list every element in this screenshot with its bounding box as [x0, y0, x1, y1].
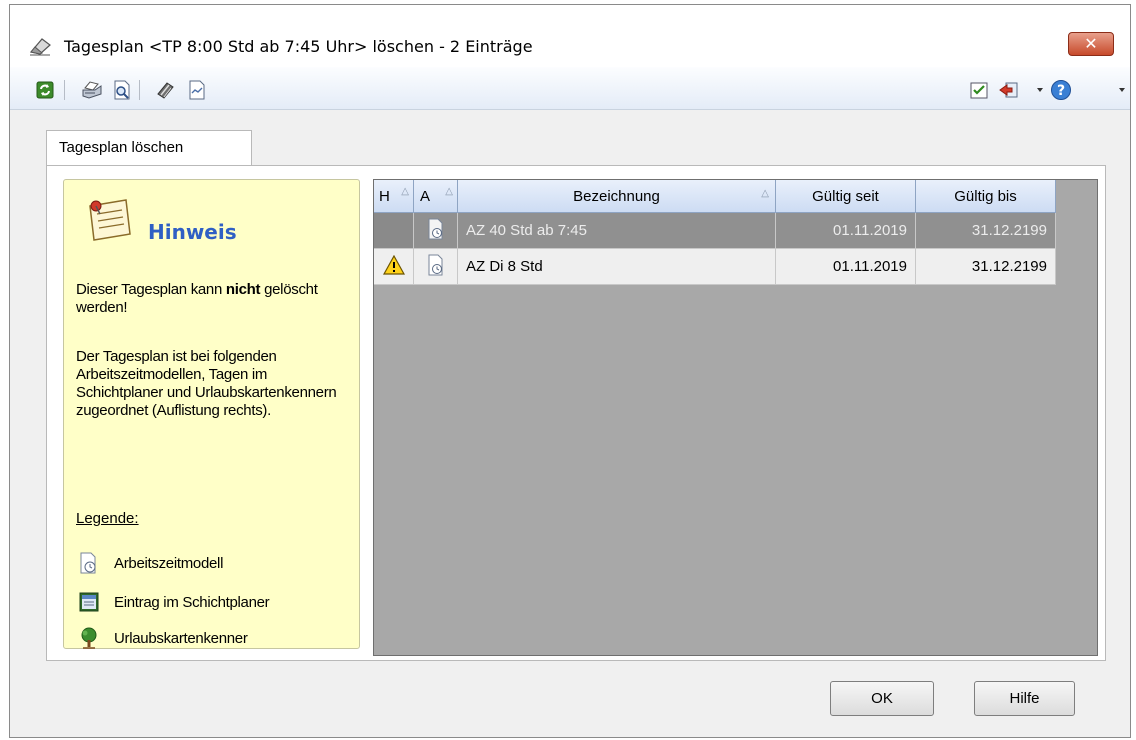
table-row[interactable]: AZ 40 Std ab 7:45 01.11.2019 31.12.2199: [374, 213, 1056, 249]
tab-label: Tagesplan löschen: [59, 139, 184, 156]
work-time-model-icon: [427, 218, 445, 244]
column-header-gueltig-bis[interactable]: Gültig bis: [916, 180, 1056, 213]
print-preview-icon[interactable]: [111, 79, 133, 101]
vacation-tree-icon: [78, 627, 100, 649]
grid-header: H △ A △ Bezeichnung △ Gültig seit Gültig bi…: [374, 180, 1056, 213]
type-cell: [414, 249, 458, 285]
help-icon[interactable]: ?: [1050, 79, 1072, 101]
title-bar: Tagesplan <TP 8:00 Std ab 7:45 Uhr> lösc…: [10, 5, 1130, 67]
exit-icon[interactable]: [998, 79, 1020, 101]
column-header-a[interactable]: A △: [414, 180, 458, 213]
entries-grid[interactable]: H △ A △ Bezeichnung △ Gültig seit Gültig bi…: [373, 179, 1098, 656]
valid-from-cell: 01.11.2019: [776, 249, 916, 285]
sort-icon: △: [445, 186, 453, 197]
refresh-icon[interactable]: [34, 79, 56, 101]
tab-tagesplan-loeschen[interactable]: Tagesplan löschen: [46, 130, 252, 166]
close-button[interactable]: ✕: [1068, 32, 1114, 56]
legend-item-arbeitszeitmodell: Arbeitszeitmodell: [78, 552, 223, 574]
tools-icon[interactable]: [155, 79, 177, 101]
window-title: Tagesplan <TP 8:00 Std ab 7:45 Uhr> lösc…: [64, 37, 533, 56]
name-cell: AZ 40 Std ab 7:45: [458, 213, 776, 249]
print-icon[interactable]: [81, 79, 103, 101]
name-cell: AZ Di 8 Std: [458, 249, 776, 285]
help-button[interactable]: Hilfe: [974, 681, 1075, 716]
warning-icon: [382, 254, 405, 279]
hint-panel: Hinweis Dieser Tagesplan kann nicht gelö…: [63, 179, 360, 649]
sort-icon: △: [401, 186, 409, 197]
legend-item-urlaubskartenkenner: Urlaubskartenkenner: [78, 627, 248, 649]
legend-item-schichtplaner: Eintrag im Schichtplaner: [78, 591, 270, 613]
hint-text-1: Dieser Tagesplan kann nicht gelöscht wer…: [76, 281, 318, 316]
ok-button[interactable]: OK: [830, 681, 934, 716]
work-time-model-icon: [78, 552, 100, 574]
valid-to-cell: 31.12.2199: [916, 213, 1056, 249]
hint-title: Hinweis: [148, 220, 237, 244]
warning-cell: [374, 213, 414, 249]
legend-title: Legende:: [76, 510, 139, 527]
column-header-bezeichnung[interactable]: Bezeichnung △: [458, 180, 776, 213]
note-icon: [74, 194, 134, 246]
table-row[interactable]: AZ Di 8 Std 01.11.2019 31.12.2199: [374, 249, 1056, 285]
work-time-model-icon: [427, 254, 445, 280]
shift-planner-icon: [78, 591, 100, 613]
svg-text:?: ?: [1057, 83, 1065, 99]
valid-to-cell: 31.12.2199: [916, 249, 1056, 285]
toolbar: ?: [10, 67, 1130, 110]
warning-cell: [374, 249, 414, 285]
chart-icon[interactable]: [186, 79, 208, 101]
eraser-icon: [28, 35, 54, 57]
column-header-h[interactable]: H △: [374, 180, 414, 213]
checklist-icon[interactable]: [968, 79, 990, 101]
type-cell: [414, 213, 458, 249]
valid-from-cell: 01.11.2019: [776, 213, 916, 249]
sort-icon: △: [761, 188, 769, 199]
column-header-gueltig-seit[interactable]: Gültig seit: [776, 180, 916, 213]
hint-text-2: Der Tagesplan ist bei folgenden Arbeitsz…: [76, 348, 337, 419]
dialog-window: Tagesplan <TP 8:00 Std ab 7:45 Uhr> lösc…: [9, 4, 1131, 738]
